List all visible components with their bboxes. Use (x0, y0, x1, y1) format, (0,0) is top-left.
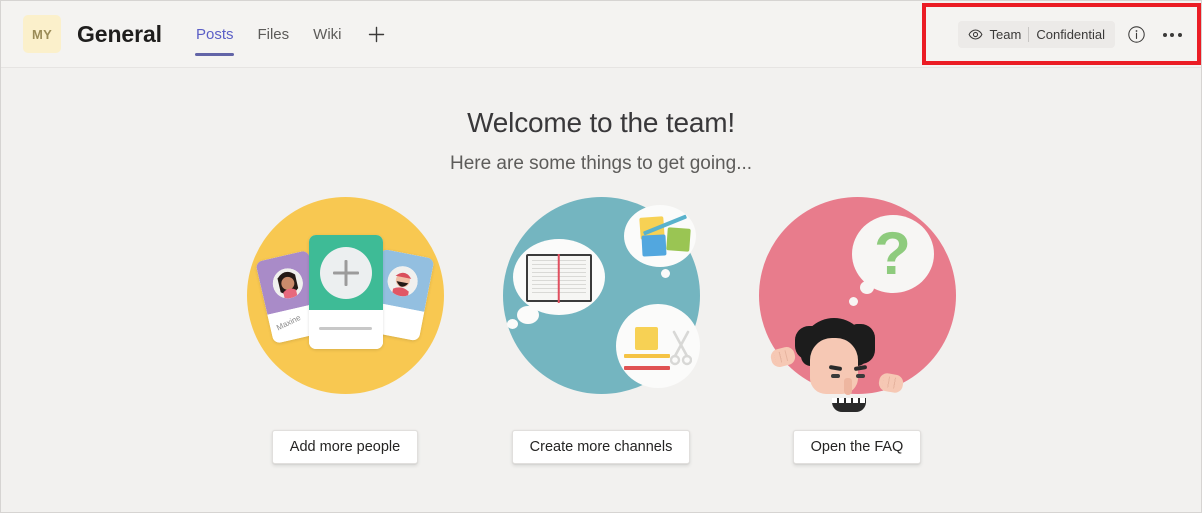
welcome-card-add-people: Maxine Add more people (246, 197, 444, 464)
add-more-people-button[interactable]: Add more people (271, 430, 419, 464)
sticky-note-blue (640, 234, 667, 257)
person-face (809, 338, 867, 412)
sticky-note-green (665, 227, 691, 252)
welcome-title: Welcome to the team! (467, 107, 735, 138)
teams-channel-window: MY General Posts Files Wiki Team Confide… (0, 0, 1202, 513)
person-card-add-new (308, 235, 383, 349)
notebook-icon (525, 253, 592, 303)
sticky-note-yellow-2 (634, 327, 658, 350)
person-card-name: Maxine (274, 312, 302, 333)
eye-icon (968, 29, 982, 40)
badge-divider (1028, 27, 1030, 42)
name-placeholder-line (318, 327, 373, 331)
tab-strip: Posts Files Wiki (184, 1, 392, 68)
speech-bubble-tail (660, 269, 670, 278)
sensitivity-badge[interactable]: Team Confidential (957, 21, 1115, 48)
open-the-faq-button[interactable]: Open the FAQ (792, 430, 922, 464)
info-button[interactable] (1121, 20, 1151, 50)
thought-bubble-dot-large (859, 281, 874, 294)
plus-icon (368, 26, 385, 42)
sensitivity-scope-label: Team (989, 27, 1022, 42)
welcome-panel: Welcome to the team! Here are some thing… (1, 68, 1201, 512)
ellipsis-icon (1162, 32, 1182, 37)
team-avatar: MY (23, 15, 61, 53)
welcome-subtitle: Here are some things to get going... (449, 153, 753, 174)
tab-posts[interactable]: Posts (184, 1, 246, 68)
tab-files[interactable]: Files (245, 1, 301, 68)
scissors-icon (669, 330, 692, 366)
welcome-cards: Maxine Add more people Create more chann… (246, 197, 956, 464)
add-tab-button[interactable] (361, 19, 391, 49)
page-title: General (77, 20, 162, 47)
plus-icon (319, 246, 372, 299)
more-options-button[interactable] (1157, 20, 1187, 50)
person-avatar-maxine (269, 265, 306, 302)
header-actions: Team Confidential (957, 1, 1187, 68)
welcome-card-open-faq: ? Open the FAQ (758, 197, 956, 464)
tab-wiki[interactable]: Wiki (301, 1, 353, 68)
create-more-channels-button[interactable]: Create more channels (511, 430, 691, 464)
sensitivity-classification-label: Confidential (1036, 27, 1105, 42)
faq-question-illustration: ? (758, 197, 956, 412)
person-peeking-illustration (768, 318, 904, 412)
welcome-card-create-channels: Create more channels (502, 197, 700, 464)
people-cards-illustration: Maxine (246, 197, 444, 394)
thought-bubble-dot-small (848, 297, 858, 306)
info-circle-icon (1127, 26, 1145, 43)
pencil-red-icon (623, 366, 670, 370)
channels-notebook-illustration (502, 197, 700, 394)
pencil-yellow-icon (623, 354, 670, 358)
channel-header: MY General Posts Files Wiki Team Confide… (1, 1, 1201, 68)
person-avatar-other (384, 263, 420, 299)
